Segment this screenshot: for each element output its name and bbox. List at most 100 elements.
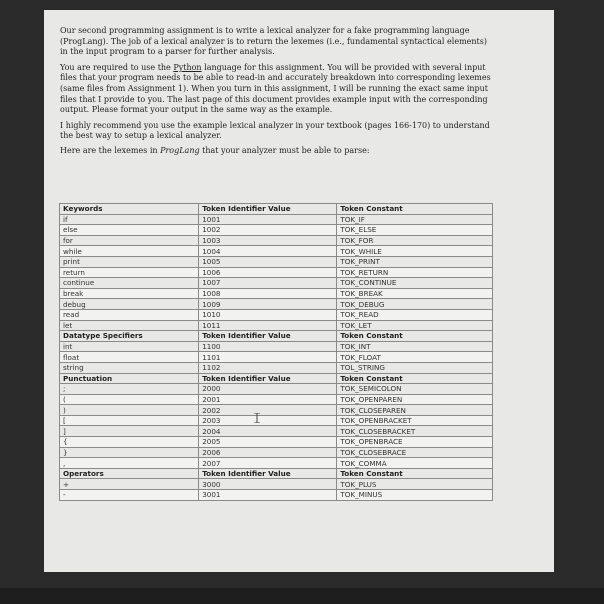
table-header-cell: Token Constant [336,203,493,215]
table-cell: TOK_CLOSEBRACE [336,446,493,459]
table-cell: 1010 [198,308,338,321]
table-row: break 1008 TOK_BREAK [58,287,493,300]
table-row: +3000 TOK_PLUS [58,478,493,491]
table-cell: TOK_ELSE [336,224,493,236]
table-cell: let [58,319,200,332]
table-cell: ( [58,393,200,406]
table-cell: TOK_LET [336,319,493,332]
table-cell: 2001 [198,393,338,406]
table-section-header: Operators Token Identifier Value Token Con… [58,467,493,480]
text-span: You are required to use the [60,62,174,72]
table-header-cell: Datatype Specifiers [58,330,200,342]
table-row: -3001 TOK_MINUS [58,489,493,501]
table-cell: return [58,266,200,279]
table-cell: TOK_OPENBRACKET [336,414,493,427]
table-cell: TOK_CONTINUE [336,277,493,289]
document-page: Our second programming assignment is to … [44,10,554,572]
table-cell: ) [58,404,200,416]
table-header-cell: Operators [58,467,200,480]
table-row: string 1102 TOL_STRING [58,361,493,374]
table-row: for 1003 TOK_FOR [58,234,493,247]
table-cell: TOK_OPENPAREN [336,393,493,406]
table-cell: while [58,245,200,257]
table-cell: TOK_PLUS [336,478,493,491]
text-span: that your analyzer must be able to parse… [199,145,370,155]
table-row: } 2006 TOK_CLOSEBRACE [58,446,493,459]
table-cell: debug [58,298,200,310]
table-cell: for [58,234,200,247]
table-row: , 2007 TOK_COMMA [58,457,493,469]
table-cell: 1001 [198,213,338,226]
taskbar [0,588,604,604]
table-cell: 1006 [198,266,338,279]
python-link[interactable]: Python [173,63,201,72]
table-row: [2003 TOK_OPENBRACKET [58,414,493,427]
table-row: read 1010 TOK_READ [58,308,493,321]
table-cell: TOK_INT [336,340,493,353]
text-span: Here are the lexemes in [60,145,161,155]
table-cell: string [58,361,200,374]
table-header-cell: Punctuation [58,372,200,385]
table-cell: TOK_RETURN [336,266,493,279]
table-row: continue 1007 TOK_CONTINUE [58,277,493,289]
table-cell: TOK_READ [336,308,493,321]
table-cell: ; [58,383,200,395]
text-cursor-icon [254,413,260,423]
table-cell: TOK_CLOSEPAREN [336,404,493,416]
table-header-cell: Keywords [58,203,200,215]
table-cell: { [58,436,200,448]
table-cell: continue [58,277,200,289]
paragraph-requirements: You are required to use the Python langu… [60,63,495,116]
table-cell: 1008 [198,287,338,300]
table-section-header: Keywords Token Identifier Value Token Cons… [58,203,493,215]
proglang-name: ProgLang [160,145,200,155]
table-cell: [ [58,414,200,427]
table-header-cell: Token Constant [336,467,493,480]
table-cell: TOK_WHILE [336,245,493,257]
table-row: print 1005 TOK_PRINT [58,255,493,268]
table-cell: int [58,340,200,353]
table-cell: 2002 [198,404,338,416]
table-header-cell: Token Identifier Value [198,203,338,215]
table-cell: 1101 [198,351,338,363]
table-cell: 1005 [198,255,338,268]
table-cell: TOK_FLOAT [336,351,493,363]
table-cell: 1102 [198,361,338,374]
table-row: ] 2004 TOK_CLOSEBRACKET [58,425,493,438]
table-cell: 1004 [198,245,338,257]
table-header-cell: Token Identifier Value [198,467,338,480]
table-row: else 1002 TOK_ELSE [58,224,493,236]
table-cell: 1003 [198,234,338,247]
table-row: ) 2002 TOK_CLOSEPAREN [58,404,493,416]
table-cell: 1009 [198,298,338,310]
table-cell: 3000 [198,478,338,491]
table-cell: ] [58,425,200,438]
table-row: while 1004 TOK_WHILE [58,245,493,257]
table-row: {2005 TOK_OPENBRACE [58,436,493,448]
table-row: return 1006 TOK_RETURN [58,266,493,279]
table-row: ; 2000 TOK_SEMICOLON [58,383,493,395]
table-header-cell: Token Constant [336,372,493,385]
table-cell: else [58,224,200,236]
table-cell: if [58,213,200,226]
table-cell: TOK_BREAK [336,287,493,300]
table-cell: 2006 [198,446,338,459]
table-cell: 2004 [198,425,338,438]
table-cell: TOK_COMMA [336,457,493,469]
table-cell: TOK_SEMICOLON [336,383,493,395]
table-cell: 3001 [198,489,338,501]
table-cell: read [58,308,200,321]
lexeme-table: Keywords Token Identifier Value Token Cons… [58,203,493,501]
paragraph-lexemes-intro: Here are the lexemes in ProgLang that yo… [60,146,495,157]
table-cell: TOK_OPENBRACE [336,436,493,448]
table-cell: + [58,478,200,491]
table-header-cell: Token Identifier Value [198,330,338,342]
table-cell: TOK_FOR [336,234,493,247]
table-row: float 1101 TOK_FLOAT [58,351,493,363]
table-cell: print [58,255,200,268]
assignment-text: Our second programming assignment is to … [60,26,495,162]
table-cell: break [58,287,200,300]
table-row: let 1011 TOK_LET [58,319,493,332]
paragraph-recommendation: I highly recommend you use the example l… [60,120,490,141]
table-cell: } [58,446,200,459]
